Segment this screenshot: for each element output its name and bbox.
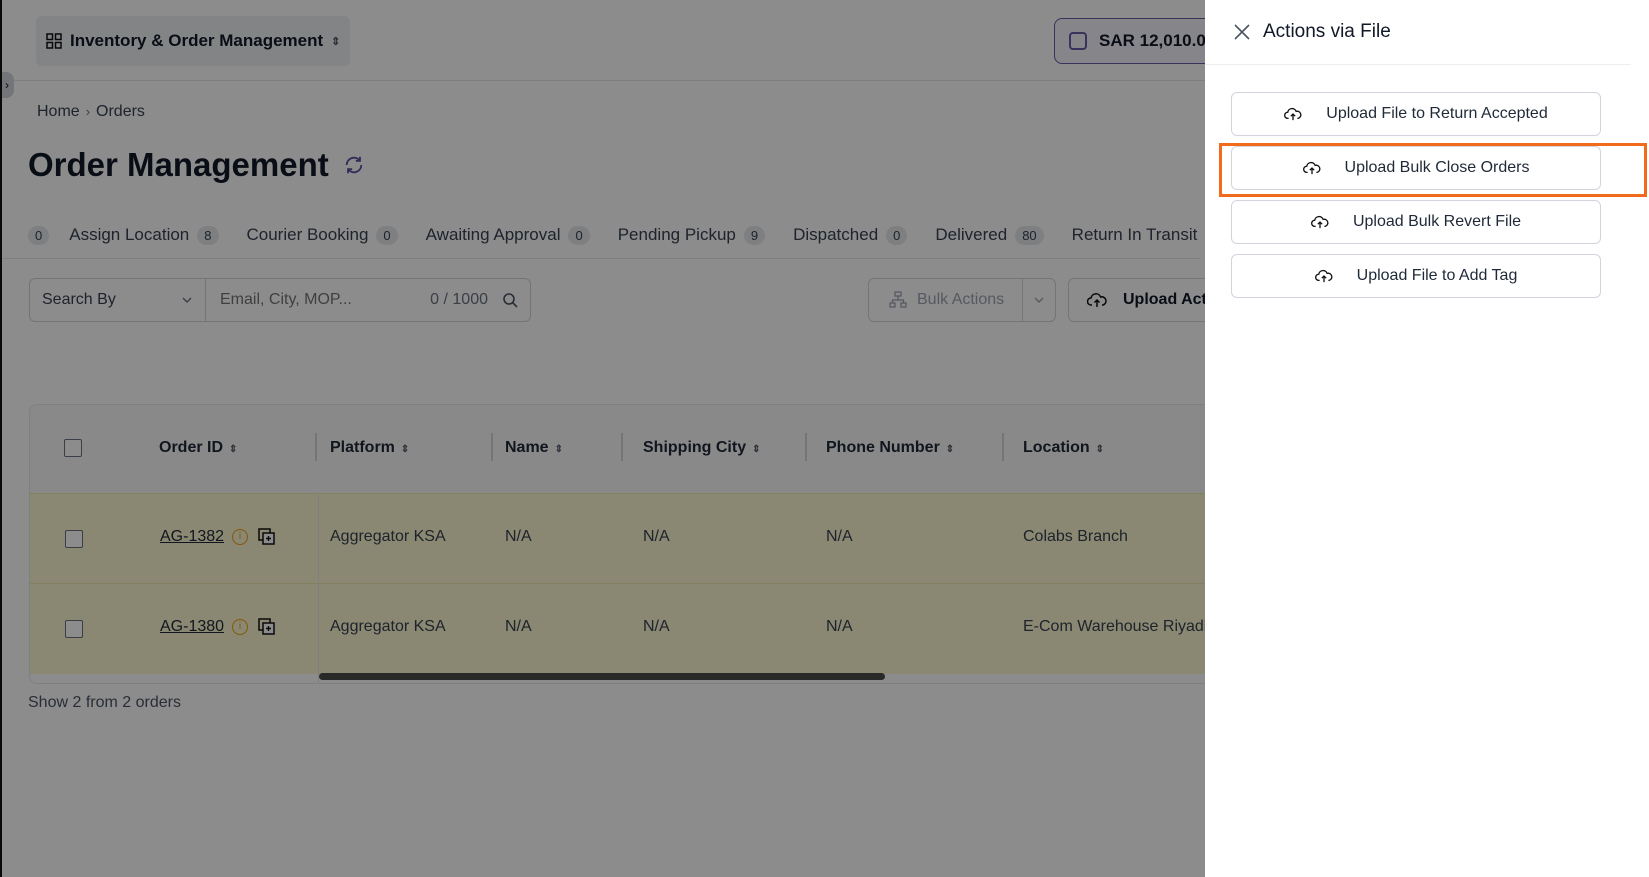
drawer-header: Actions via File xyxy=(1205,0,1631,65)
cloud-upload-icon xyxy=(1314,269,1333,283)
upload-return-accepted-button[interactable]: Upload File to Return Accepted xyxy=(1231,92,1601,136)
actions-drawer: Actions via File Upload File to Return A… xyxy=(1205,0,1649,877)
close-icon[interactable] xyxy=(1233,23,1251,41)
upload-add-tag-button[interactable]: Upload File to Add Tag xyxy=(1231,254,1601,298)
button-label: Upload Bulk Revert File xyxy=(1352,213,1522,230)
button-label: Upload File to Add Tag xyxy=(1356,267,1518,284)
modal-backdrop[interactable] xyxy=(0,0,1205,877)
upload-bulk-revert-button[interactable]: Upload Bulk Revert File xyxy=(1231,200,1601,244)
cloud-upload-icon xyxy=(1311,215,1329,229)
drawer-title: Actions via File xyxy=(1263,21,1391,42)
focus-highlight-outline xyxy=(1219,143,1647,197)
button-label: Upload File to Return Accepted xyxy=(1326,105,1548,122)
cloud-upload-icon xyxy=(1284,107,1302,121)
